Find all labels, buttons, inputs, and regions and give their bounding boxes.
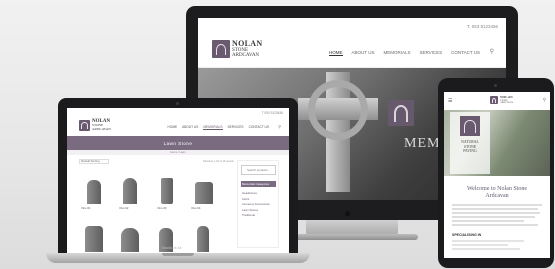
- menu-icon[interactable]: ☰: [448, 98, 452, 104]
- logo-mark-icon: [490, 96, 498, 105]
- sidebar-search-input[interactable]: Search products...: [241, 165, 276, 175]
- product-image: [85, 226, 103, 252]
- specialising-list: [452, 240, 532, 252]
- site-logo[interactable]: NOLAN STONE ARDCAVAN: [212, 40, 262, 58]
- search-icon[interactable]: ⚲: [490, 48, 494, 55]
- site-logo[interactable]: NOLAN STONE ARDCAVAN: [79, 119, 111, 131]
- product-image: [197, 226, 209, 252]
- phone-number: T. 053 9123456: [466, 24, 498, 29]
- monitor-base: [286, 234, 418, 240]
- product-title[interactable]: Vino 04: [191, 206, 200, 210]
- hero-logo-mark-icon: [388, 100, 414, 126]
- product-image[interactable]: [123, 178, 137, 204]
- product-grid: Vino 01 Vino 02 Vino 03 Vino 04: [81, 170, 221, 252]
- nav-services[interactable]: SERVICES: [419, 50, 442, 56]
- nav-services[interactable]: SERVICES: [228, 125, 244, 130]
- site-header: NOLAN STONE ARDCAVAN HOME ABOUT US MEMOR…: [198, 32, 506, 68]
- phone-number: T 053 9123456: [261, 111, 283, 115]
- tablet-screen: ☰ NOLAN STONE ARDCAVAN ⚲ NATURAL STONE P…: [444, 92, 550, 258]
- product-title[interactable]: Vino 02: [119, 206, 128, 210]
- nav-memorials[interactable]: MEMORIALS: [203, 125, 223, 130]
- nav-home[interactable]: HOME: [329, 50, 343, 56]
- nav-memorials[interactable]: MEMORIALS: [383, 50, 410, 56]
- category-link[interactable]: Traditional: [242, 213, 270, 219]
- laptop: T 053 9123456 NOLAN STONE ARDCAVAN HOME …: [46, 98, 310, 268]
- logo-mark-icon: [79, 119, 90, 131]
- welcome-line: Welcome to Nolan Stone: [466, 186, 527, 192]
- overlay-text: NATURAL STONE PAVING: [450, 140, 490, 154]
- product-image[interactable]: [161, 178, 173, 204]
- logo-line3: ARDCAVAN: [92, 126, 111, 131]
- nav-about[interactable]: ABOUT US: [352, 50, 375, 56]
- breadcrumb[interactable]: Home / Lawn: [67, 150, 289, 155]
- laptop-notch: [162, 253, 194, 256]
- sort-select[interactable]: Default Sorting: [79, 159, 109, 164]
- nav-about[interactable]: ABOUT US: [182, 125, 198, 130]
- overlay-line: PAVING: [463, 149, 477, 153]
- welcome-line: Ardcavan: [485, 193, 509, 199]
- laptop-model-label: MacBook Air: [162, 246, 182, 250]
- celtic-cross-image: [298, 72, 378, 192]
- product-title[interactable]: Vino 01: [81, 206, 90, 210]
- hero-overlay: NATURAL STONE PAVING: [450, 112, 490, 174]
- product-title[interactable]: Vino 03: [157, 206, 166, 210]
- nav-contact[interactable]: CONTACT US: [451, 50, 480, 56]
- intro-paragraph: [452, 204, 542, 228]
- welcome-heading: Welcome to Nolan Stone Ardcavan: [444, 186, 550, 200]
- sidebar-title: Memorials Categories: [241, 181, 276, 187]
- result-count: Showing 1-16 of 16 results: [203, 160, 234, 163]
- search-icon[interactable]: ⚲: [543, 97, 546, 103]
- product-image: [121, 228, 139, 252]
- nav-home[interactable]: HOME: [168, 125, 178, 130]
- hero-image: NATURAL STONE PAVING: [444, 110, 550, 176]
- specialising-heading: SPECIALISING IN: [452, 233, 482, 237]
- logo-line3: ARDCAVAN: [500, 100, 513, 104]
- main-nav: HOME ABOUT US MEMORIALS SERVICES CONTACT…: [329, 50, 480, 56]
- page-title-banner: Lawn Stone: [67, 136, 289, 150]
- tablet: ☰ NOLAN STONE ARDCAVAN ⚲ NATURAL STONE P…: [438, 78, 554, 268]
- product-image[interactable]: [195, 182, 213, 204]
- laptop-screen: T 053 9123456 NOLAN STONE ARDCAVAN HOME …: [67, 108, 289, 253]
- sidebar: Search products... Memorials Categories …: [237, 160, 279, 248]
- camera-icon: [176, 102, 179, 105]
- camera-icon: [494, 84, 497, 87]
- search-icon[interactable]: ⚲: [278, 124, 281, 129]
- nav-contact[interactable]: CONTACT US: [249, 125, 269, 130]
- logo-mark-icon: [212, 40, 230, 58]
- logo-line1: NOLAN: [232, 39, 263, 48]
- logo-line3: ARDCAVAN: [232, 53, 260, 58]
- product-image[interactable]: [87, 180, 101, 204]
- apple-logo-icon: ●: [344, 206, 352, 220]
- logo-mark-icon: [460, 116, 480, 136]
- site-logo[interactable]: NOLAN STONE ARDCAVAN: [490, 95, 513, 105]
- category-link[interactable]: Cemetery Accessories: [242, 202, 270, 208]
- category-list: Headstones Kerbs Cemetery Accessories La…: [242, 191, 270, 219]
- main-nav: HOME ABOUT US MEMORIALS SERVICES CONTACT…: [168, 125, 269, 130]
